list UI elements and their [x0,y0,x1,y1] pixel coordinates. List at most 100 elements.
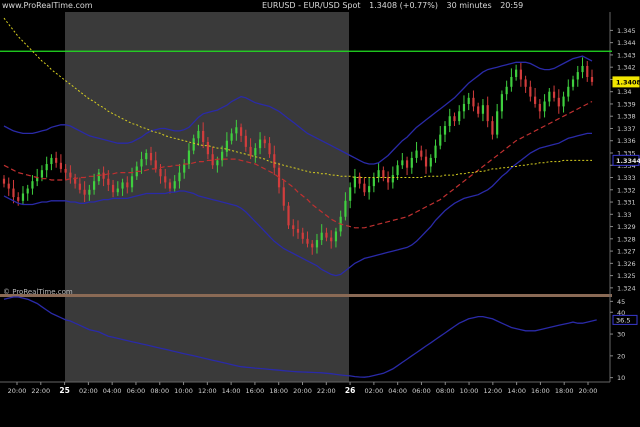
candle-body [496,111,499,135]
candle-body [505,86,508,95]
candle-body [386,177,390,183]
candle [287,202,290,230]
time-tick-label: 26 [345,386,355,395]
last-price: 1.3408 (+0.77%) [369,1,438,10]
time-tick-label: 02:00 [79,387,98,395]
candle-body [391,175,394,183]
candle-body [126,182,129,188]
candle-body [372,177,375,187]
candle-body [415,150,418,158]
candle-body [26,188,29,194]
candle-body [21,193,25,201]
candle-body [97,172,100,182]
candle-body [183,164,186,173]
candle-body [154,160,157,169]
indicator-marker-label: 36.5 [616,316,630,324]
session-shading [0,12,610,382]
candle-body [529,86,532,97]
time-tick-label: 06:00 [412,387,431,395]
time-axis: 20:00 22:00 25 02:00 04:00 06:00 08:00 10:00 12:… [8,382,597,395]
time-tick-label: 22:00 [31,387,50,395]
time-label: 20:59 [500,1,524,10]
candle-body [382,170,385,178]
candle-body [31,181,34,189]
candle-body [334,231,338,242]
candle-body [325,232,328,238]
candle-body [107,178,110,185]
candle-body [434,145,437,158]
candle-body [315,240,319,248]
candle-body [453,116,456,122]
candle-body [287,205,290,226]
time-tick-label: 12:00 [198,387,217,395]
time-tick-label: 06:00 [127,387,146,395]
candle-body [168,182,172,189]
candle-body [368,186,371,193]
candle-body [410,157,413,168]
candle-body [401,160,404,166]
time-tick-label: 10:00 [174,387,193,395]
candle-body [64,168,67,173]
candle-body [59,162,63,169]
chart-header: www.ProRealTime.com EURUSD - EUR/USD Spo… [0,0,640,12]
time-tick-label: 25 [59,386,69,395]
candle-body [178,172,181,182]
candle-body [83,189,86,195]
time-tick-label: 16:00 [246,387,265,395]
candle-body [121,182,124,189]
candle-body [458,111,461,122]
candle-body [140,159,143,167]
time-tick-label: 18:00 [269,387,288,395]
candle-body [282,187,285,206]
indicator-tick-label: 30 [617,331,625,339]
time-tick-label: 08:00 [150,387,169,395]
candle-body [197,130,200,139]
candle-body [239,127,243,136]
pane-separator [0,294,612,297]
candle-body [429,157,432,167]
candle-body [405,160,409,168]
candle-body [263,139,266,144]
symbol-label: EURUSD - EUR/USD Spot [262,1,361,10]
price-tick-label: 1.34 [617,88,631,96]
indicator-tick-label: 20 [617,352,625,360]
candle-body [17,197,20,201]
candle-body [40,170,44,178]
candle-body [353,176,357,188]
candle-body [130,176,134,188]
candle-body [244,135,247,147]
candle-body [477,106,480,114]
candle-body [349,187,352,201]
candle-body [55,157,58,163]
time-tick-label: 14:00 [507,387,526,395]
candle-body [543,101,546,112]
price-tick-label: 1.339 [617,100,636,108]
price-chart: 1.324 1.325 1.326 1.327 1.328 1.329 1.33 1.331 1… [0,12,640,395]
candle-body [116,188,119,193]
candle-body [12,188,15,198]
candle-body [69,172,72,178]
candle-body [206,141,210,155]
candle-body [581,65,584,73]
price-tick-label: 1.336 [617,137,636,145]
price-tick-label: 1.343 [617,51,636,59]
time-tick-label: 20:00 [8,387,27,395]
candle-body [462,103,466,112]
candle-body [230,133,233,141]
candle-body [235,127,238,134]
time-tick-label: 14:00 [222,387,241,395]
candle-body [524,79,527,87]
price-marker-label: 1.3408 [616,78,640,86]
candle-body [330,237,333,242]
candle-body [486,105,489,122]
time-tick-label: 20:00 [293,387,312,395]
candle-body [268,143,271,155]
candle-body [202,130,205,142]
price-tick-label: 1.338 [617,113,636,121]
candle-body [377,170,380,178]
candle-body [576,72,579,80]
candle-body [533,96,537,104]
candle-body [519,69,522,80]
price-tick-label: 1.337 [617,125,636,133]
candle-body [258,139,262,149]
